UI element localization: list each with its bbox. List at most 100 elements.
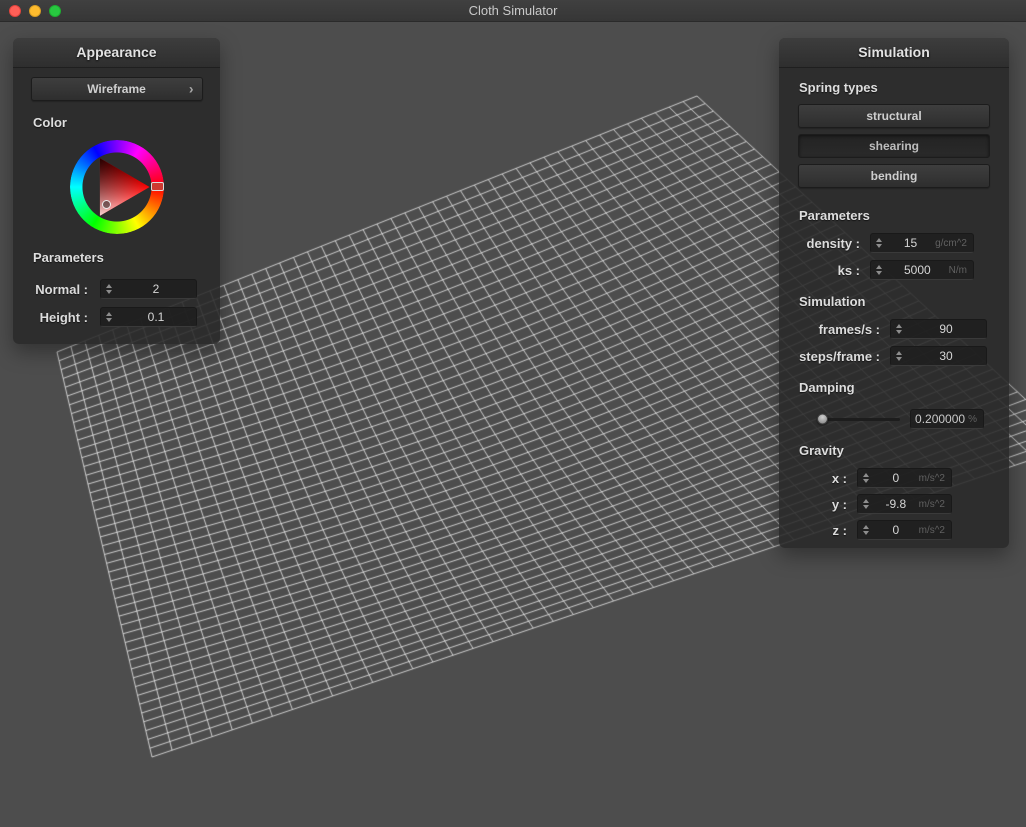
spring-types-label: Spring types bbox=[799, 80, 989, 95]
minimize-button[interactable] bbox=[29, 5, 41, 17]
damping-unit: % bbox=[968, 414, 983, 425]
damping-label: Damping bbox=[799, 380, 989, 395]
gravity-x-row: x : 0 m/s^2 bbox=[779, 468, 952, 488]
height-spinner-arrows[interactable] bbox=[101, 308, 116, 326]
spinner-up-icon[interactable] bbox=[876, 265, 882, 269]
spinner-down-icon[interactable] bbox=[106, 290, 112, 294]
gravity-label: Gravity bbox=[799, 443, 989, 458]
ks-spinbox[interactable]: 5000 N/m bbox=[870, 260, 974, 280]
gravity-y-label: y : bbox=[832, 497, 857, 512]
spinner-down-icon[interactable] bbox=[876, 244, 882, 248]
gravity-z-spinbox[interactable]: 0 m/s^2 bbox=[857, 520, 952, 540]
traffic-lights bbox=[9, 0, 61, 22]
ks-row: ks : 5000 N/m bbox=[779, 260, 974, 280]
frames-row: frames/s : 90 bbox=[779, 319, 987, 339]
steps-spinbox[interactable]: 30 bbox=[890, 346, 987, 366]
frames-spinbox[interactable]: 90 bbox=[890, 319, 987, 339]
gravity-z-row: z : 0 m/s^2 bbox=[779, 520, 952, 540]
density-label: density : bbox=[807, 236, 870, 251]
saturation-value-marker[interactable] bbox=[102, 200, 111, 209]
spring-button-shearing[interactable]: shearing bbox=[798, 134, 990, 158]
gravity-y-row: y : -9.8 m/s^2 bbox=[779, 494, 952, 514]
spring-button-structural-label: structural bbox=[866, 109, 921, 123]
gravity-x-spinbox[interactable]: 0 m/s^2 bbox=[857, 468, 952, 488]
spring-button-shearing-label: shearing bbox=[869, 139, 919, 153]
spring-button-structural[interactable]: structural bbox=[798, 104, 990, 128]
steps-label: steps/frame : bbox=[799, 349, 890, 364]
gravity-z-label: z : bbox=[833, 523, 857, 538]
frames-value: 90 bbox=[906, 322, 986, 336]
color-section-label: Color bbox=[33, 115, 200, 130]
density-spinbox[interactable]: 15 g/cm^2 bbox=[870, 233, 974, 253]
gravity-x-label: x : bbox=[832, 471, 857, 486]
spinner-up-icon[interactable] bbox=[106, 284, 112, 288]
gravity-z-unit: m/s^2 bbox=[919, 525, 951, 536]
damping-slider-track[interactable] bbox=[819, 418, 900, 421]
window-title: Cloth Simulator bbox=[0, 3, 1026, 18]
normal-spinbox[interactable]: 2 bbox=[100, 279, 197, 299]
gravity-x-spinner-arrows[interactable] bbox=[858, 469, 873, 487]
steps-row: steps/frame : 30 bbox=[779, 346, 987, 366]
damping-value-box[interactable]: 0.200000 % bbox=[910, 409, 984, 429]
spinner-down-icon[interactable] bbox=[896, 330, 902, 334]
height-value: 0.1 bbox=[116, 310, 196, 324]
gravity-y-spinner-arrows[interactable] bbox=[858, 495, 873, 513]
damping-slider-row: 0.200000 % bbox=[819, 409, 984, 429]
spring-button-bending[interactable]: bending bbox=[798, 164, 990, 188]
damping-slider-knob[interactable] bbox=[817, 414, 828, 425]
spinner-down-icon[interactable] bbox=[863, 479, 869, 483]
titlebar[interactable]: Cloth Simulator bbox=[0, 0, 1026, 22]
spinner-up-icon[interactable] bbox=[896, 351, 902, 355]
gravity-z-spinner-arrows[interactable] bbox=[858, 521, 873, 539]
hue-marker[interactable] bbox=[151, 182, 164, 191]
steps-value: 30 bbox=[906, 349, 986, 363]
density-spinner-arrows[interactable] bbox=[871, 234, 886, 252]
ks-value: 5000 bbox=[886, 263, 949, 277]
simulation-panel: Simulation Spring types structural shear… bbox=[779, 38, 1009, 548]
frames-spinner-arrows[interactable] bbox=[891, 320, 906, 338]
gravity-y-spinbox[interactable]: -9.8 m/s^2 bbox=[857, 494, 952, 514]
spinner-up-icon[interactable] bbox=[876, 238, 882, 242]
ks-unit: N/m bbox=[949, 265, 973, 276]
steps-spinner-arrows[interactable] bbox=[891, 347, 906, 365]
gravity-z-value: 0 bbox=[873, 523, 919, 537]
gravity-y-unit: m/s^2 bbox=[919, 499, 951, 510]
spinner-down-icon[interactable] bbox=[876, 271, 882, 275]
density-value: 15 bbox=[886, 236, 935, 250]
spinner-up-icon[interactable] bbox=[896, 324, 902, 328]
height-label: Height : bbox=[13, 310, 100, 325]
density-row: density : 15 g/cm^2 bbox=[779, 233, 974, 253]
appearance-panel: Appearance Wireframe › Color Parameters … bbox=[13, 38, 220, 344]
simulation-section-label: Simulation bbox=[799, 294, 989, 309]
color-wheel[interactable] bbox=[70, 140, 164, 234]
spinner-down-icon[interactable] bbox=[863, 531, 869, 535]
normal-row: Normal : 2 bbox=[13, 279, 197, 299]
gravity-x-unit: m/s^2 bbox=[919, 473, 951, 484]
height-spinbox[interactable]: 0.1 bbox=[100, 307, 197, 327]
gravity-x-value: 0 bbox=[873, 471, 919, 485]
normal-label: Normal : bbox=[13, 282, 100, 297]
saturation-value-triangle[interactable] bbox=[81, 151, 153, 223]
frames-label: frames/s : bbox=[819, 322, 890, 337]
spinner-down-icon[interactable] bbox=[863, 505, 869, 509]
wireframe-dropdown-button[interactable]: Wireframe › bbox=[31, 77, 203, 101]
simulation-panel-title: Simulation bbox=[779, 38, 1009, 68]
normal-value: 2 bbox=[116, 282, 196, 296]
spinner-up-icon[interactable] bbox=[863, 499, 869, 503]
spinner-up-icon[interactable] bbox=[863, 525, 869, 529]
spinner-up-icon[interactable] bbox=[863, 473, 869, 477]
spinner-down-icon[interactable] bbox=[896, 357, 902, 361]
ks-label: ks : bbox=[838, 263, 870, 278]
appearance-parameters-label: Parameters bbox=[33, 250, 200, 265]
spinner-down-icon[interactable] bbox=[106, 318, 112, 322]
triangle-black-gradient bbox=[81, 151, 153, 223]
height-row: Height : 0.1 bbox=[13, 307, 197, 327]
chevron-right-icon: › bbox=[189, 80, 194, 96]
spring-button-bending-label: bending bbox=[871, 169, 918, 183]
ks-spinner-arrows[interactable] bbox=[871, 261, 886, 279]
spinner-up-icon[interactable] bbox=[106, 312, 112, 316]
close-button[interactable] bbox=[9, 5, 21, 17]
wireframe-dropdown-label: Wireframe bbox=[87, 82, 146, 96]
normal-spinner-arrows[interactable] bbox=[101, 280, 116, 298]
fullscreen-button[interactable] bbox=[49, 5, 61, 17]
